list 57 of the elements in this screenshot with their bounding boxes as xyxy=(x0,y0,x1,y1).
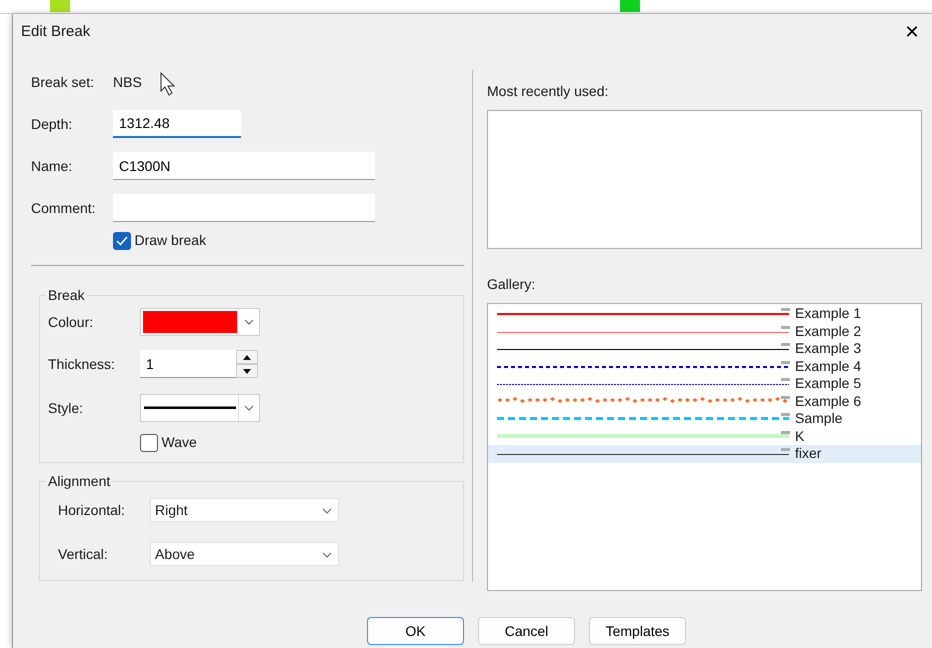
list-label: Gallery: xyxy=(487,275,536,294)
dash-icon xyxy=(781,343,790,346)
gallery-item[interactable]: Sample xyxy=(488,410,921,428)
dialog-button[interactable]: Cancel xyxy=(478,617,575,645)
field-label: Style: xyxy=(48,398,84,418)
number-field[interactable]: 1 xyxy=(140,350,236,378)
dialog-button[interactable]: Templates xyxy=(589,617,686,645)
break-set-value: NBS xyxy=(113,72,142,92)
spin-down-button[interactable] xyxy=(236,364,258,378)
field-label: Vertical: xyxy=(58,544,109,564)
window-title: Edit Break xyxy=(21,22,90,42)
text-field[interactable]: 1312.48 xyxy=(113,110,241,138)
check-icon xyxy=(116,236,128,246)
dash-icon xyxy=(781,413,790,416)
dash-icon xyxy=(781,308,790,311)
checkbox-label: Wave xyxy=(162,433,197,452)
chevron-icon xyxy=(244,405,254,411)
dash-icon xyxy=(781,448,790,451)
close-button[interactable]: ✕ xyxy=(892,14,932,50)
cursor-icon xyxy=(160,72,178,96)
dash-icon xyxy=(781,396,790,398)
gallery-item[interactable]: Example 1 xyxy=(488,305,921,322)
list-label: Most recently used: xyxy=(487,82,610,101)
spin-up-button[interactable] xyxy=(236,350,258,364)
dash-icon xyxy=(781,360,790,364)
text-field[interactable]: C1300N xyxy=(113,152,375,180)
field-label: Break set: xyxy=(31,72,96,92)
field-label: Colour: xyxy=(48,312,94,332)
dropdown[interactable]: Right xyxy=(150,498,339,522)
colour-dropdown[interactable] xyxy=(140,308,260,336)
down-arrow-icon xyxy=(243,368,251,374)
dropdown[interactable]: Above xyxy=(150,542,339,566)
gallery-item[interactable]: Example 5 xyxy=(488,375,921,392)
checkbox-label: Draw break xyxy=(134,231,206,250)
field-label: Depth: xyxy=(31,114,74,134)
gallery-item[interactable]: K xyxy=(488,428,921,445)
checkbox[interactable] xyxy=(140,434,158,452)
chevron-icon xyxy=(322,552,332,558)
gallery-item[interactable]: Example 2 xyxy=(488,322,921,340)
gallery-item[interactable]: fixer xyxy=(488,445,921,462)
field-label: Name: xyxy=(31,156,74,176)
field-label: Horizontal: xyxy=(58,500,126,520)
text-field[interactable] xyxy=(113,194,375,222)
up-arrow-icon xyxy=(243,354,251,360)
dialog-button[interactable]: OK xyxy=(367,617,464,645)
field-label: Comment: xyxy=(31,198,97,218)
line-style-dropdown[interactable] xyxy=(140,394,260,422)
field-label: Thickness: xyxy=(48,354,116,374)
dash-icon xyxy=(781,326,790,328)
gallery-item[interactable]: Example 3 xyxy=(488,340,921,358)
checkbox[interactable] xyxy=(113,232,131,250)
dash-icon xyxy=(781,378,790,381)
gallery-item[interactable]: Example 6 xyxy=(488,392,921,410)
dash-icon xyxy=(781,430,790,434)
chevron-icon xyxy=(322,508,332,514)
gallery-item[interactable]: Example 4 xyxy=(488,358,921,375)
chevron-icon xyxy=(244,319,254,325)
